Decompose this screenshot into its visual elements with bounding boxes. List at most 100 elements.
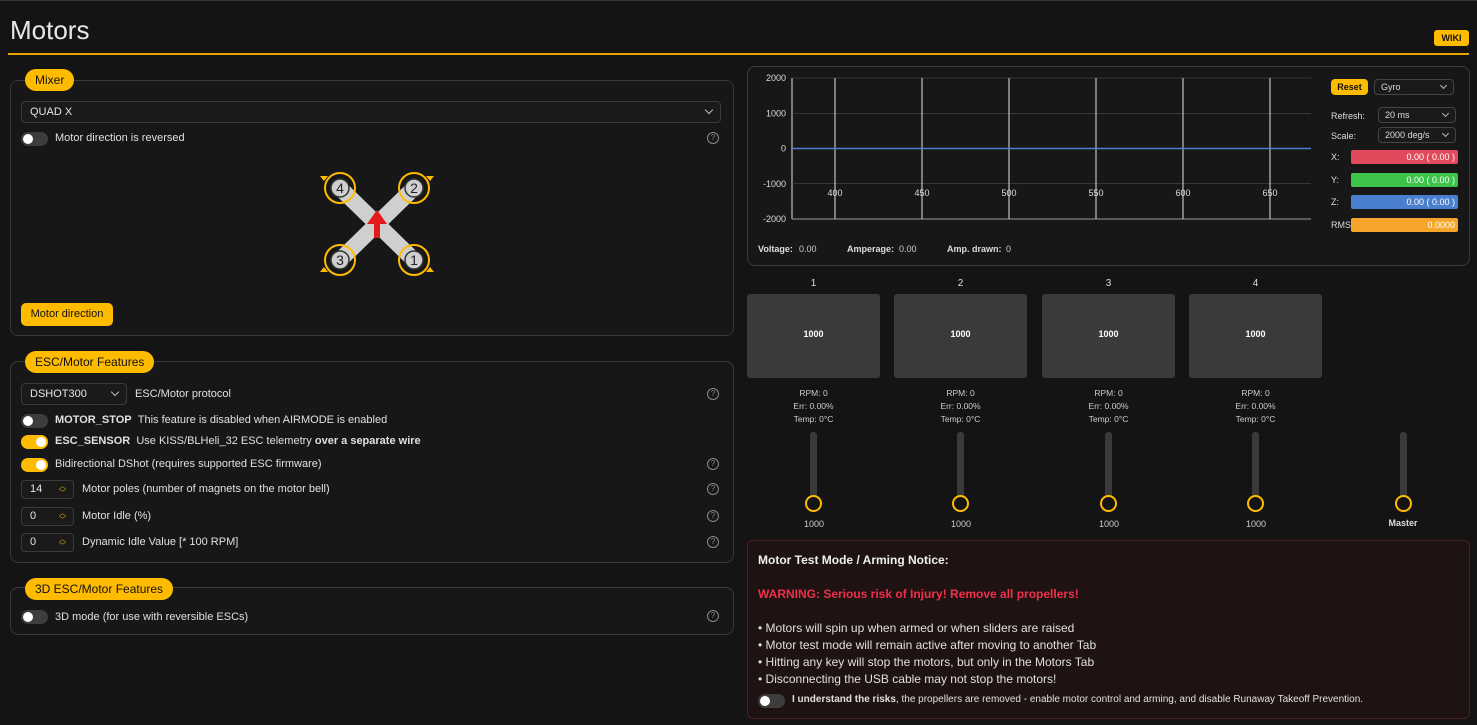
- x-tick-label: 450: [914, 188, 929, 198]
- bidir-dshot-toggle[interactable]: [21, 458, 48, 472]
- esc-protocol-value: DSHOT300: [30, 388, 87, 400]
- understand-risks-toggle[interactable]: [758, 694, 785, 708]
- esc-features-title: ESC/Motor Features: [25, 351, 155, 373]
- z-axis-label: Z:: [1331, 197, 1339, 207]
- motor-label-3: 3: [336, 252, 344, 268]
- esc-sensor-name: ESC_SENSOR: [55, 435, 131, 447]
- sensor-type-value: Gyro: [1381, 82, 1401, 92]
- y-axis-label: Y:: [1331, 175, 1340, 185]
- help-icon[interactable]: ?: [707, 388, 719, 400]
- help-icon[interactable]: ?: [707, 458, 719, 470]
- motor-value-box: 1000: [894, 294, 1027, 378]
- esc-sensor-bold: over a separate wire: [314, 435, 421, 447]
- y-tick-label: 0: [781, 144, 786, 154]
- dynamic-idle-label: Dynamic Idle Value [* 100 RPM]: [82, 536, 239, 548]
- y-tick-label: 2000: [766, 74, 786, 83]
- page-header: Motors WIKI: [0, 0, 1477, 55]
- dynamic-idle-value: 0: [30, 536, 37, 548]
- esc-sensor-toggle[interactable]: [21, 435, 48, 449]
- voltage-label: Voltage:: [758, 244, 793, 254]
- motor-stop-desc: This feature is disabled when AIRMODE is…: [137, 414, 388, 426]
- motor-number: 1: [810, 278, 817, 289]
- motor-temp: Temp: 0°C: [1088, 414, 1129, 424]
- x-axis-label: X:: [1331, 152, 1340, 162]
- refresh-value: 20 ms: [1385, 110, 1410, 120]
- y-axis-value: 0.00 ( 0.00 ): [1351, 173, 1458, 187]
- esc3d-title: 3D ESC/Motor Features: [25, 578, 174, 600]
- master-slider-knob[interactable]: [1395, 495, 1412, 512]
- stepper-arrows-icon[interactable]: ︿ ﹀: [59, 536, 66, 550]
- motor-slider-value: 1000: [1098, 519, 1120, 529]
- x-tick-label: 400: [827, 188, 842, 198]
- motor-temp: Temp: 0°C: [793, 414, 834, 424]
- stepper-arrows-icon[interactable]: ︿ ﹀: [59, 510, 66, 524]
- help-icon[interactable]: ?: [707, 510, 719, 522]
- motor-slider-value: 1000: [803, 519, 825, 529]
- x-tick-label: 500: [1001, 188, 1016, 198]
- motor-error: Err: 0.00%: [1235, 401, 1276, 411]
- page-title: Motors: [10, 15, 90, 45]
- motor-value-box: 1000: [1042, 294, 1175, 378]
- chevron-down-icon: [1441, 109, 1450, 118]
- reset-button[interactable]: Reset: [1331, 79, 1368, 95]
- motor-slider-knob[interactable]: [952, 495, 969, 512]
- motor-error: Err: 0.00%: [940, 401, 981, 411]
- notice-bullet: • Hitting any key will stop the motors, …: [758, 655, 1095, 669]
- scale-value: 2000 deg/s: [1385, 130, 1430, 140]
- motor-error: Err: 0.00%: [793, 401, 834, 411]
- motor-rpm: RPM: 0: [946, 388, 975, 398]
- chevron-down-icon: [1439, 81, 1448, 90]
- chevron-down-icon: [704, 105, 714, 115]
- y-tick-label: -2000: [763, 214, 786, 224]
- esc-sensor-label: ESC_SENSOR Use KISS/BLHeli_32 ESC teleme…: [55, 435, 421, 447]
- y-tick-label: -1000: [763, 179, 786, 189]
- wiki-button[interactable]: WIKI: [1434, 30, 1469, 46]
- motor-stop-name: MOTOR_STOP: [55, 414, 132, 426]
- motor-idle-label: Motor Idle (%): [82, 510, 152, 522]
- sensor-chart: 2000 1000 0 -1000 -2000 400 450 500 550 600 650: [763, 74, 1311, 224]
- scale-label: Scale:: [1331, 131, 1357, 141]
- esc-sensor-desc: Use KISS/BLHeli_32 ESC telemetry: [136, 435, 312, 447]
- motor-rpm: RPM: 0: [1241, 388, 1270, 398]
- motor-slider-knob[interactable]: [1247, 495, 1264, 512]
- amperage-value: 0.00: [899, 244, 917, 254]
- notice-bullet: • Disconnecting the USB cable may not st…: [758, 672, 1057, 686]
- understand-risks-label: I understand the risks, the propellers a…: [792, 694, 1363, 705]
- help-icon[interactable]: ?: [707, 610, 719, 622]
- scale-select[interactable]: 2000 deg/s: [1378, 127, 1456, 143]
- chevron-down-icon: [110, 387, 120, 397]
- refresh-label: Refresh:: [1331, 111, 1366, 121]
- voltage-value: 0.00: [799, 244, 817, 254]
- dynamic-idle-input[interactable]: 0 ︿ ﹀: [21, 533, 74, 552]
- help-icon[interactable]: ?: [707, 483, 719, 495]
- stepper-arrows-icon[interactable]: ︿ ﹀: [59, 483, 66, 497]
- amp-drawn-label: Amp. drawn:: [947, 244, 1002, 254]
- motor-reversed-toggle[interactable]: [21, 132, 48, 146]
- sensor-type-select[interactable]: Gyro: [1374, 79, 1454, 95]
- motor-poles-input[interactable]: 14 ︿ ﹀: [21, 480, 74, 499]
- motor-stop-toggle[interactable]: [21, 414, 48, 428]
- help-icon[interactable]: ?: [707, 132, 719, 144]
- mixer-select[interactable]: QUAD X: [21, 101, 721, 123]
- chevron-down-icon: [1441, 129, 1450, 138]
- notice-bullet: • Motors will spin up when armed or when…: [758, 621, 1075, 635]
- motor-direction-button[interactable]: Motor direction: [21, 303, 113, 326]
- mixer-select-value: QUAD X: [30, 106, 73, 118]
- 3d-mode-label: 3D mode (for use with reversible ESCs): [55, 611, 249, 623]
- motor-slider-knob[interactable]: [805, 495, 822, 512]
- help-icon[interactable]: ?: [707, 536, 719, 548]
- motor-label-4: 4: [336, 180, 344, 196]
- motor-slider-value: 1000: [1245, 519, 1267, 529]
- motor-slider-knob[interactable]: [1100, 495, 1117, 512]
- refresh-select[interactable]: 20 ms: [1378, 107, 1456, 123]
- 3d-mode-toggle[interactable]: [21, 610, 48, 624]
- motor-idle-input[interactable]: 0 ︿ ﹀: [21, 507, 74, 526]
- motor-poles-label: Motor poles (number of magnets on the mo…: [82, 483, 330, 495]
- master-label: Master: [1388, 518, 1418, 528]
- motor-error: Err: 0.00%: [1088, 401, 1129, 411]
- esc-protocol-label: ESC/Motor protocol: [135, 388, 231, 400]
- motor-value-box: 1000: [1189, 294, 1322, 378]
- z-axis-value: 0.00 ( 0.00 ): [1351, 195, 1458, 209]
- esc-protocol-select[interactable]: DSHOT300: [21, 383, 127, 405]
- x-tick-label: 550: [1088, 188, 1103, 198]
